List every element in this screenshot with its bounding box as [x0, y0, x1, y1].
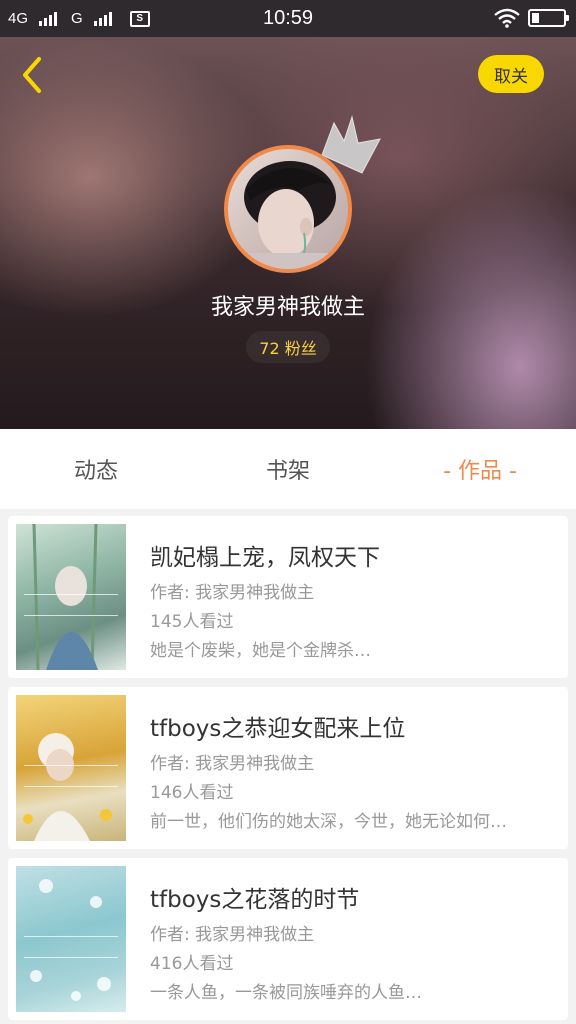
- book-cover-image: [16, 695, 126, 841]
- network-g-label: G: [71, 10, 83, 27]
- tab-activity[interactable]: 动态: [0, 453, 192, 485]
- avatar-portrait: [244, 161, 336, 269]
- book-author: 作者: 我家男神我做主: [150, 754, 315, 774]
- book-views: 146人看过: [150, 783, 234, 803]
- unfollow-button[interactable]: 取关: [478, 55, 544, 93]
- book-cover-image: [16, 866, 126, 1012]
- book-description: 一条人鱼，一条被同族唾弃的人鱼…: [150, 983, 422, 1003]
- avatar[interactable]: [224, 145, 352, 273]
- book-cover-image: [16, 524, 126, 670]
- book-card[interactable]: tfboys之花落的时节 作者: 我家男神我做主 416人看过 一条人鱼，一条被…: [8, 858, 568, 1020]
- book-title: tfboys之花落的时节: [150, 887, 360, 913]
- cover-title-band: [24, 765, 118, 787]
- back-button[interactable]: [14, 55, 50, 95]
- book-views: 145人看过: [150, 612, 234, 632]
- book-description: 前一世，他们伤的她太深，今世，她无论如何…: [150, 812, 507, 832]
- book-card[interactable]: tfboys之恭迎女配来上位 作者: 我家男神我做主 146人看过 前一世，他们…: [8, 687, 568, 849]
- book-title: 凯妃榻上宠，凤权天下: [150, 545, 380, 571]
- book-author: 作者: 我家男神我做主: [150, 925, 315, 945]
- chevron-left-icon: [23, 57, 41, 93]
- book-description: 她是个废柴，她是个金牌杀…: [150, 641, 371, 661]
- tab-works[interactable]: - 作品 -: [384, 453, 576, 485]
- tab-bar: 动态 书架 - 作品 -: [0, 429, 576, 509]
- signal-strength-icon: [39, 11, 58, 26]
- cover-title-band: [24, 936, 118, 958]
- wifi-icon: [494, 8, 520, 28]
- profile-header: 取关 我家男神我做主 72 粉丝: [0, 37, 576, 429]
- network-4g-label: 4G: [8, 10, 29, 27]
- username: 我家男神我做主: [210, 295, 365, 320]
- book-title: tfboys之恭迎女配来上位: [150, 716, 406, 742]
- signal-strength-icon-2: [93, 11, 112, 26]
- status-left: 4G G S: [0, 10, 150, 27]
- works-list: 凯妃榻上宠，凤权天下 作者: 我家男神我做主 145人看过 她是个废柴，她是个金…: [8, 516, 568, 1024]
- avatar-wrapper: [224, 145, 352, 273]
- status-bar: 4G G S 10:59: [0, 0, 576, 37]
- sim-icon: S: [129, 10, 150, 27]
- book-card[interactable]: 凯妃榻上宠，凤权天下 作者: 我家男神我做主 145人看过 她是个废柴，她是个金…: [8, 516, 568, 678]
- tab-bookshelf[interactable]: 书架: [192, 453, 384, 485]
- fans-count-badge[interactable]: 72 粉丝: [246, 331, 330, 363]
- book-author: 作者: 我家男神我做主: [150, 583, 315, 603]
- status-right: [494, 8, 569, 28]
- book-views: 416人看过: [150, 954, 234, 974]
- cover-title-band: [24, 594, 118, 616]
- battery-icon: [528, 9, 569, 27]
